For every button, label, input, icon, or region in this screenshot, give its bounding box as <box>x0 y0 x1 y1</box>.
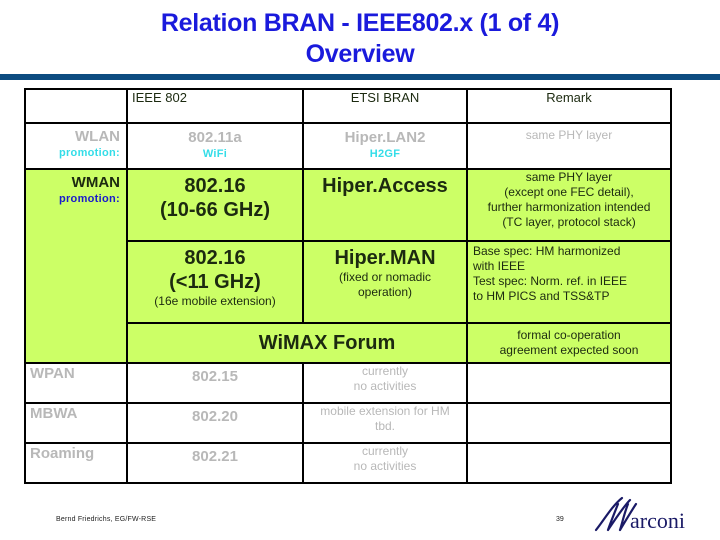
wman-remark-2-line4: to HM PICS and TSS&TP <box>473 289 610 303</box>
table-row-mbwa: MBWA 802.20 mobile extension for HM tbd. <box>24 402 672 444</box>
wman-remark-1-line3: further harmonization intended <box>487 200 651 214</box>
wman-etsi-2-note-line1: (fixed or nomadic <box>338 270 432 284</box>
wlan-etsi: Hiper.LAN2 <box>344 129 426 146</box>
header-empty <box>24 88 128 124</box>
wman-etsi-2-note-line2: operation) <box>357 285 413 299</box>
wlan-promo-label: promotion: <box>58 147 120 159</box>
header-remark: Remark <box>466 88 672 124</box>
wimax-forum: WiMAX Forum <box>126 322 468 364</box>
table-row-wlan: WLAN promotion: 802.11a WiFi Hiper.LAN2 … <box>24 122 672 170</box>
table-header-row: IEEE 802 ETSI BRAN Remark <box>24 88 672 124</box>
roaming-label: Roaming <box>24 442 128 484</box>
mbwa-etsi-line1: mobile extension for HM <box>320 404 450 418</box>
wlan-ieee-cell: 802.11a WiFi <box>126 122 304 170</box>
wman-remark-1-line2: (except one FEC detail), <box>504 185 634 199</box>
wman-label: WMAN <box>71 174 120 191</box>
wimax-remark-line1: formal co-operation <box>517 328 621 342</box>
wlan-remark: same PHY layer <box>525 128 613 142</box>
wman-etsi-cell-2: Hiper.MAN (fixed or nomadic operation) <box>302 240 468 324</box>
mbwa-etsi-cell: mobile extension for HM tbd. <box>302 402 468 444</box>
slide-title-line2: Overview <box>305 40 415 68</box>
wlan-ieee: 802.11a <box>188 129 242 146</box>
wman-ieee-1-line1: 802.16 <box>184 175 246 197</box>
marconi-logo-text: arconi <box>630 508 685 533</box>
roaming-remark <box>466 442 672 484</box>
wlan-ieee-promo: WiFi <box>202 148 228 160</box>
footer-author: Bernd Friedrichs, EG/FW-RSE <box>56 516 157 523</box>
wlan-label: WLAN <box>75 128 120 145</box>
wman-ieee-cell-1: 802.16 (10-66 GHz) <box>126 168 304 242</box>
wman-ieee-2-line2: (<11 GHz) <box>169 271 261 293</box>
wman-ieee-cell-2: 802.16 (<11 GHz) (16e mobile extension) <box>126 240 304 324</box>
roaming-ieee: 802.21 <box>126 442 304 484</box>
title-rule <box>0 74 720 80</box>
wlan-etsi-cell: Hiper.LAN2 H2GF <box>302 122 468 170</box>
page-number: 39 <box>556 516 564 523</box>
wpan-remark <box>466 362 672 404</box>
table-row-roaming: Roaming 802.21 currently no activities <box>24 442 672 484</box>
mbwa-remark <box>466 402 672 444</box>
marconi-logo: arconi <box>594 494 694 539</box>
wman-promo-label: promotion: <box>58 193 120 205</box>
roaming-etsi-line2: no activities <box>353 459 417 473</box>
wimax-remark-line2: agreement expected soon <box>499 343 639 357</box>
wlan-etsi-promo: H2GF <box>369 148 401 160</box>
wman-label-cell: WMAN promotion: <box>24 168 128 364</box>
wman-ieee-2-line1: 802.16 <box>184 247 246 269</box>
wman-remark-2-line1: Base spec: HM harmonized <box>473 244 621 258</box>
wman-remark-2-line3: Test spec: Norm. ref. in IEEE <box>473 274 628 288</box>
mbwa-ieee: 802.20 <box>126 402 304 444</box>
table-row-wman-1: WMAN promotion: 802.16 (10-66 GHz) Hiper… <box>24 168 672 364</box>
wman-remark-cell-1: same PHY layer (except one FEC detail), … <box>466 168 672 242</box>
wman-ieee-2-note: (16e mobile extension) <box>154 294 276 308</box>
table-row-wpan: WPAN 802.15 currently no activities <box>24 362 672 404</box>
wpan-ieee: 802.15 <box>126 362 304 404</box>
wman-remark-1-line1: same PHY layer <box>525 170 613 184</box>
roaming-etsi-line1: currently <box>361 444 408 458</box>
wimax-remark-cell: formal co-operation agreement expected s… <box>466 322 672 364</box>
header-ieee: IEEE 802 <box>126 88 304 124</box>
wpan-etsi-line2: no activities <box>353 379 417 393</box>
relation-table: IEEE 802 ETSI BRAN Remark WLAN promotion… <box>24 88 672 484</box>
slide-title-line1: Relation BRAN - IEEE802.x (1 of 4) <box>160 9 560 37</box>
wman-remark-2-line2: with IEEE <box>473 259 526 273</box>
wman-etsi-1: Hiper.Access <box>322 175 448 197</box>
wman-remark-1-line4: (TC layer, protocol stack) <box>502 215 636 229</box>
wman-remark-cell-2: Base spec: HM harmonized with IEEE Test … <box>466 240 672 324</box>
wman-etsi-2: Hiper.MAN <box>334 247 436 269</box>
slide-title: Relation BRAN - IEEE802.x (1 of 4) Overv… <box>0 8 720 70</box>
wlan-remark-cell: same PHY layer <box>466 122 672 170</box>
wman-etsi-cell-1: Hiper.Access <box>302 168 468 242</box>
roaming-etsi-cell: currently no activities <box>302 442 468 484</box>
marconi-logo-icon: arconi <box>594 496 685 533</box>
header-etsi: ETSI BRAN <box>302 88 468 124</box>
mbwa-etsi-line2: tbd. <box>374 419 395 433</box>
wlan-label-cell: WLAN promotion: <box>24 122 128 170</box>
wpan-label: WPAN <box>24 362 128 404</box>
wpan-etsi-cell: currently no activities <box>302 362 468 404</box>
wpan-etsi-line1: currently <box>361 364 408 378</box>
mbwa-label: MBWA <box>24 402 128 444</box>
wman-ieee-1-line2: (10-66 GHz) <box>159 199 271 221</box>
